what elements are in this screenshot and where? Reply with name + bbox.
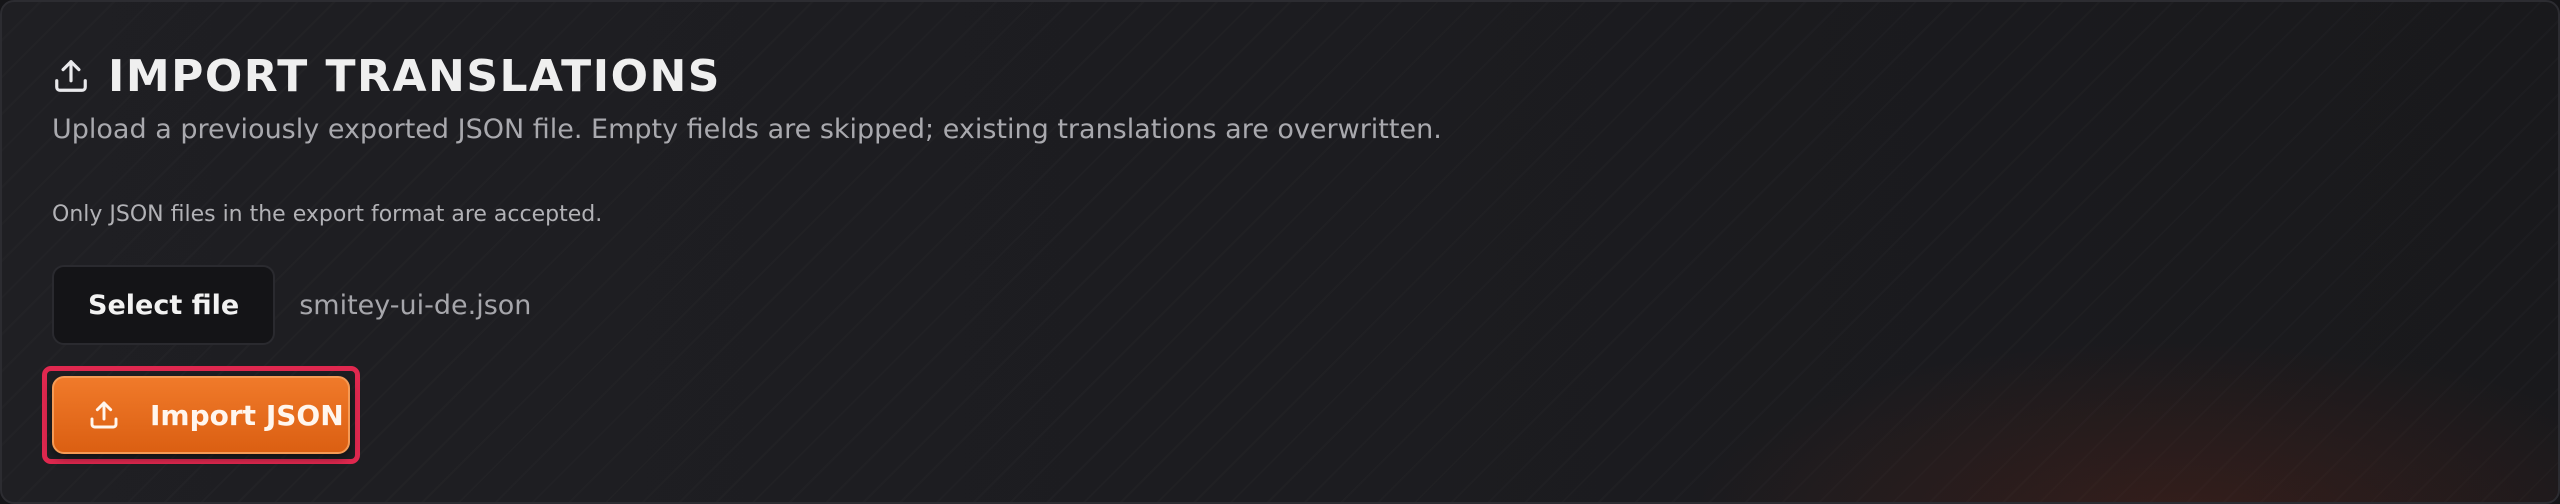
import-translations-card: IMPORT TRANSLATIONS Upload a previously … (0, 0, 2560, 504)
card-header: IMPORT TRANSLATIONS (52, 48, 721, 104)
upload-icon (88, 399, 120, 431)
import-json-label: Import JSON (150, 398, 344, 432)
upload-icon (52, 57, 90, 95)
selected-file-name: smitey-ui-de.json (299, 289, 532, 321)
card-title: IMPORT TRANSLATIONS (108, 50, 721, 102)
import-json-button[interactable]: Import JSON (52, 376, 350, 454)
select-file-button[interactable]: Select file (52, 265, 276, 345)
card-description: Upload a previously exported JSON file. … (52, 114, 1442, 145)
format-note: Only JSON files in the export format are… (52, 202, 603, 227)
file-picker: Select file smitey-ui-de.json (52, 265, 531, 345)
